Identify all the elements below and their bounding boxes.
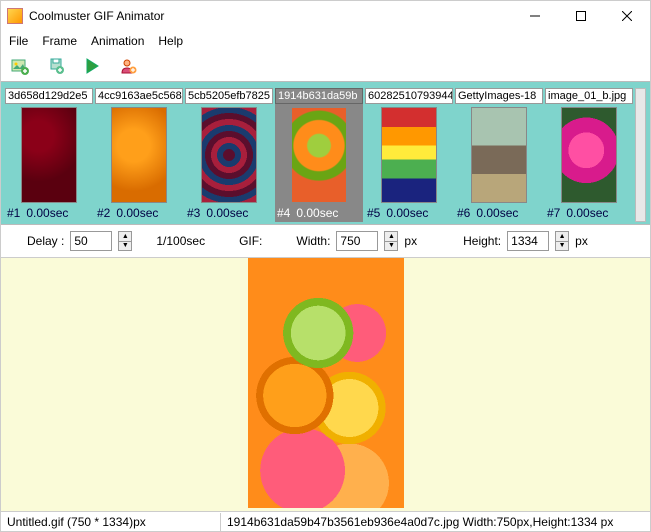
menu-frame[interactable]: Frame [42,34,77,48]
delay-input[interactable] [70,231,112,251]
frame-info: #70.00sec [545,206,633,222]
preview-image [248,258,404,508]
frame-filename: GettyImages-18 [455,88,543,104]
close-button[interactable] [604,1,650,31]
width-label: Width: [296,234,330,248]
frame-filename: 3d658d129d2e5 [5,88,93,104]
frame-thumbnail [561,107,617,203]
frame-filename: 5cb5205efb7825 [185,88,273,104]
frame-item[interactable]: 5cb5205efb7825 #30.00sec [185,88,273,222]
frame-thumbnail [471,107,527,203]
frame-filename: 60282510793944 [365,88,453,104]
frame-item[interactable]: 1914b631da59b #40.00sec [275,88,363,222]
frame-thumbnail [21,107,77,203]
preview-area [1,258,650,511]
status-left: Untitled.gif (750 * 1334)px [1,513,221,531]
frame-filename: 4cc9163ae5c568 [95,88,183,104]
menu-bar: File Frame Animation Help [1,31,650,53]
frame-info: #50.00sec [365,206,453,222]
frame-filename: image_01_b.jpg [545,88,633,104]
frame-strip: 3d658d129d2e5 #10.00sec 4cc9163ae5c568 #20.… [1,81,650,225]
frame-thumbnail [111,107,167,203]
frame-scrollbar[interactable] [635,88,646,222]
frame-thumbnail [201,107,257,203]
delay-spinner[interactable]: ▲▼ [118,231,132,251]
delay-unit: 1/100sec [156,234,205,248]
app-icon [7,8,23,24]
menu-help[interactable]: Help [158,34,183,48]
app-title: Coolmuster GIF Animator [29,9,512,23]
frame-item[interactable]: 60282510793944 #50.00sec [365,88,453,222]
person-icon[interactable] [119,57,137,75]
height-unit: px [575,234,588,248]
status-bar: Untitled.gif (750 * 1334)px 1914b631da59… [1,511,650,531]
width-input[interactable] [336,231,378,251]
frame-item[interactable]: 3d658d129d2e5 #10.00sec [5,88,93,222]
play-icon[interactable] [83,57,101,75]
frame-info: #30.00sec [185,206,273,222]
frame-info: #10.00sec [5,206,93,222]
width-spinner[interactable]: ▲▼ [384,231,398,251]
frame-info: #20.00sec [95,206,183,222]
title-bar: Coolmuster GIF Animator [1,1,650,31]
frame-item[interactable]: image_01_b.jpg #70.00sec [545,88,633,222]
frame-item[interactable]: GettyImages-18 #60.00sec [455,88,543,222]
frame-info: #40.00sec [275,206,363,222]
frame-item[interactable]: 4cc9163ae5c568 #20.00sec [95,88,183,222]
width-unit: px [404,234,417,248]
gif-label: GIF: [239,234,262,248]
frame-thumbnail [291,107,347,203]
menu-animation[interactable]: Animation [91,34,144,48]
save-icon[interactable] [47,57,65,75]
toolbar [1,53,650,81]
height-label: Height: [463,234,501,248]
height-input[interactable] [507,231,549,251]
frame-filename: 1914b631da59b [275,88,363,104]
delay-label: Delay : [27,234,64,248]
status-right: 1914b631da59b47b3561eb936e4a0d7c.jpg Wid… [221,513,650,531]
maximize-button[interactable] [558,1,604,31]
controls-bar: Delay : ▲▼ 1/100sec GIF: Width: ▲▼ px He… [1,225,650,258]
add-image-icon[interactable] [11,57,29,75]
minimize-button[interactable] [512,1,558,31]
frame-thumbnail [381,107,437,203]
menu-file[interactable]: File [9,34,28,48]
height-spinner[interactable]: ▲▼ [555,231,569,251]
frame-info: #60.00sec [455,206,543,222]
